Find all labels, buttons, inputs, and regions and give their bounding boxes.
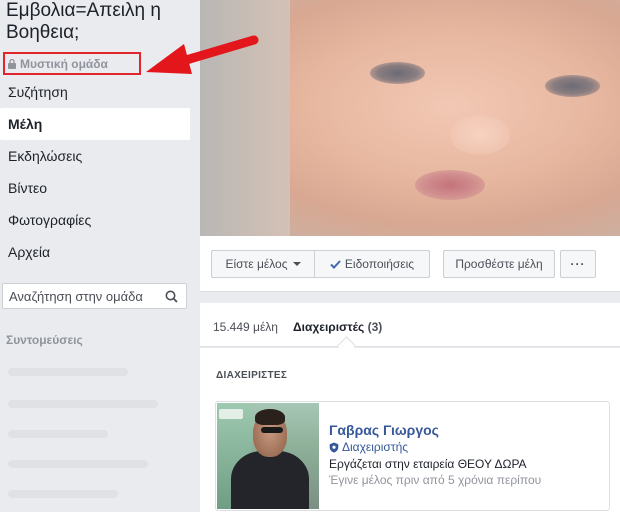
sidebar-item-events[interactable]: Εκδηλώσεις: [0, 140, 190, 172]
admin-role-label: Διαχειριστής: [342, 440, 409, 454]
privacy-label: Μυστική ομάδα: [20, 56, 108, 71]
shield-icon: [329, 442, 339, 453]
admin-role: Διαχειριστής: [329, 440, 408, 454]
avatar-hair: [255, 409, 285, 425]
group-action-bar: Είστε μέλος Ειδοποιήσεις Προσθέστε μέλη …: [200, 236, 620, 292]
sidebar-item-photos[interactable]: Φωτογραφίες: [0, 204, 190, 236]
admin-work: Εργάζεται στην εταιρεία ΘΕΟΥ ΔΩΡΑ: [329, 457, 527, 471]
cover-eye: [545, 75, 600, 97]
admins-section-heading: ΔΙΑΧΕΙΡΙΣΤΕΣ: [216, 370, 288, 381]
members-tabs: 15.449 μέλη Διαχειριστές (3): [200, 303, 620, 355]
avatar-body: [231, 451, 309, 509]
avatar-glasses: [261, 427, 283, 433]
admin-card: Γαβρας Γιωργος Διαχειριστής Εργάζεται στ…: [215, 401, 610, 511]
blurred-shortcut: [8, 490, 118, 498]
group-search: [2, 283, 187, 309]
tab-admins[interactable]: Διαχειριστές (3): [293, 320, 382, 334]
shortcuts-heading: Συντομεύσεις: [6, 333, 83, 347]
avatar[interactable]: [217, 403, 319, 509]
sidebar-item-discussion[interactable]: Συζήτηση: [0, 76, 190, 108]
add-members-button[interactable]: Προσθέστε μέλη: [443, 250, 555, 278]
blurred-shortcut: [8, 400, 158, 408]
cover-eye: [370, 62, 425, 84]
sidebar-item-files[interactable]: Αρχεία: [0, 236, 190, 268]
privacy-highlight: Μυστική ομάδα: [3, 52, 141, 75]
notifications-label: Ειδοποιήσεις: [344, 257, 415, 271]
cover-photo: [200, 0, 620, 236]
admins-panel: ΔΙΑΧΕΙΡΙΣΤΕΣ Γαβρας Γιωργος Διαχειριστής…: [200, 348, 620, 512]
chevron-down-icon: [292, 262, 301, 266]
joined-button[interactable]: Είστε μέλος: [211, 250, 314, 278]
admin-joined: Έγινε μέλος πριν από 5 χρόνια περίπου: [329, 473, 542, 487]
more-options-button[interactable]: ···: [560, 250, 596, 278]
tab-admins-label: Διαχειριστές: [293, 320, 365, 334]
sidebar-item-videos[interactable]: Βίντεο: [0, 172, 190, 204]
cover-nose: [450, 115, 510, 155]
member-count[interactable]: 15.449 μέλη: [213, 320, 278, 334]
blurred-shortcut: [8, 430, 108, 438]
search-icon[interactable]: [165, 290, 178, 303]
blurred-shortcut: [8, 368, 128, 376]
sidebar-item-members[interactable]: Μέλη: [0, 108, 190, 140]
tab-admins-count: (3): [367, 320, 383, 334]
cover-mouth: [415, 170, 485, 200]
group-search-input[interactable]: [3, 287, 161, 305]
check-icon: [330, 259, 341, 269]
admin-name-link[interactable]: Γαβρας Γιωργος: [329, 422, 439, 438]
red-arrow-annotation: [146, 35, 259, 74]
group-nav: Συζήτηση Μέλη Εκδηλώσεις Βίντεο Φωτογραφ…: [0, 76, 190, 268]
lock-icon: [8, 58, 16, 69]
avatar-sign: [219, 409, 243, 419]
joined-label: Είστε μέλος: [225, 257, 288, 271]
blurred-shortcut: [8, 460, 148, 468]
notifications-button[interactable]: Ειδοποιήσεις: [314, 250, 430, 278]
